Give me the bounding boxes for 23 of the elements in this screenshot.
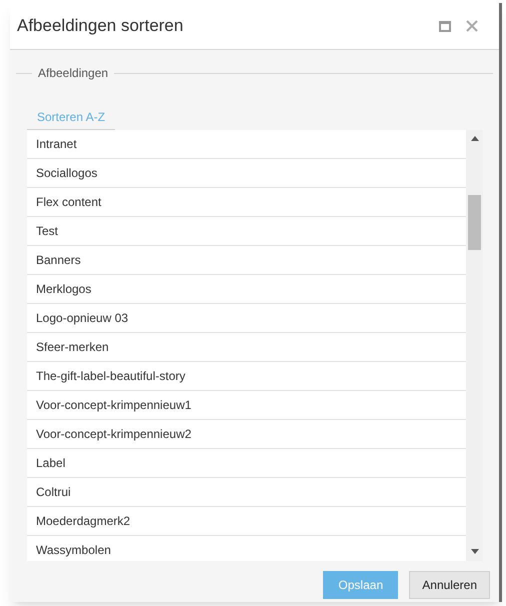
list-item[interactable]: Moederdagmerk2: [27, 507, 466, 536]
list-item[interactable]: Banners: [27, 246, 466, 275]
list-item[interactable]: Sociallogos: [27, 159, 466, 188]
scrollbar[interactable]: [466, 130, 483, 561]
list-item[interactable]: Label: [27, 449, 466, 478]
window-title: Afbeeldingen sorteren: [17, 15, 184, 38]
list-item[interactable]: Voor-concept-krimpennieuw2: [27, 420, 466, 449]
list-item[interactable]: Flex content: [27, 188, 466, 217]
list-item[interactable]: Coltrui: [27, 478, 466, 507]
list-item[interactable]: Logo-opnieuw 03: [27, 304, 466, 333]
list-item[interactable]: Voor-concept-krimpennieuw1: [27, 391, 466, 420]
close-icon[interactable]: [466, 20, 478, 32]
maximize-icon[interactable]: [439, 20, 451, 32]
list-item[interactable]: Intranet: [27, 130, 466, 159]
cancel-button[interactable]: Annuleren: [409, 571, 490, 599]
scroll-down-icon[interactable]: [470, 549, 478, 554]
fieldset-legend: Afbeeldingen: [32, 64, 114, 82]
list-item[interactable]: Test: [27, 217, 466, 246]
list-item[interactable]: Merklogos: [27, 275, 466, 304]
scroll-up-icon[interactable]: [470, 136, 478, 141]
list-item[interactable]: Sfeer-merken: [27, 333, 466, 362]
list-item[interactable]: The-gift-label-beautiful-story: [27, 362, 466, 391]
scrollbar-thumb[interactable]: [468, 195, 481, 250]
